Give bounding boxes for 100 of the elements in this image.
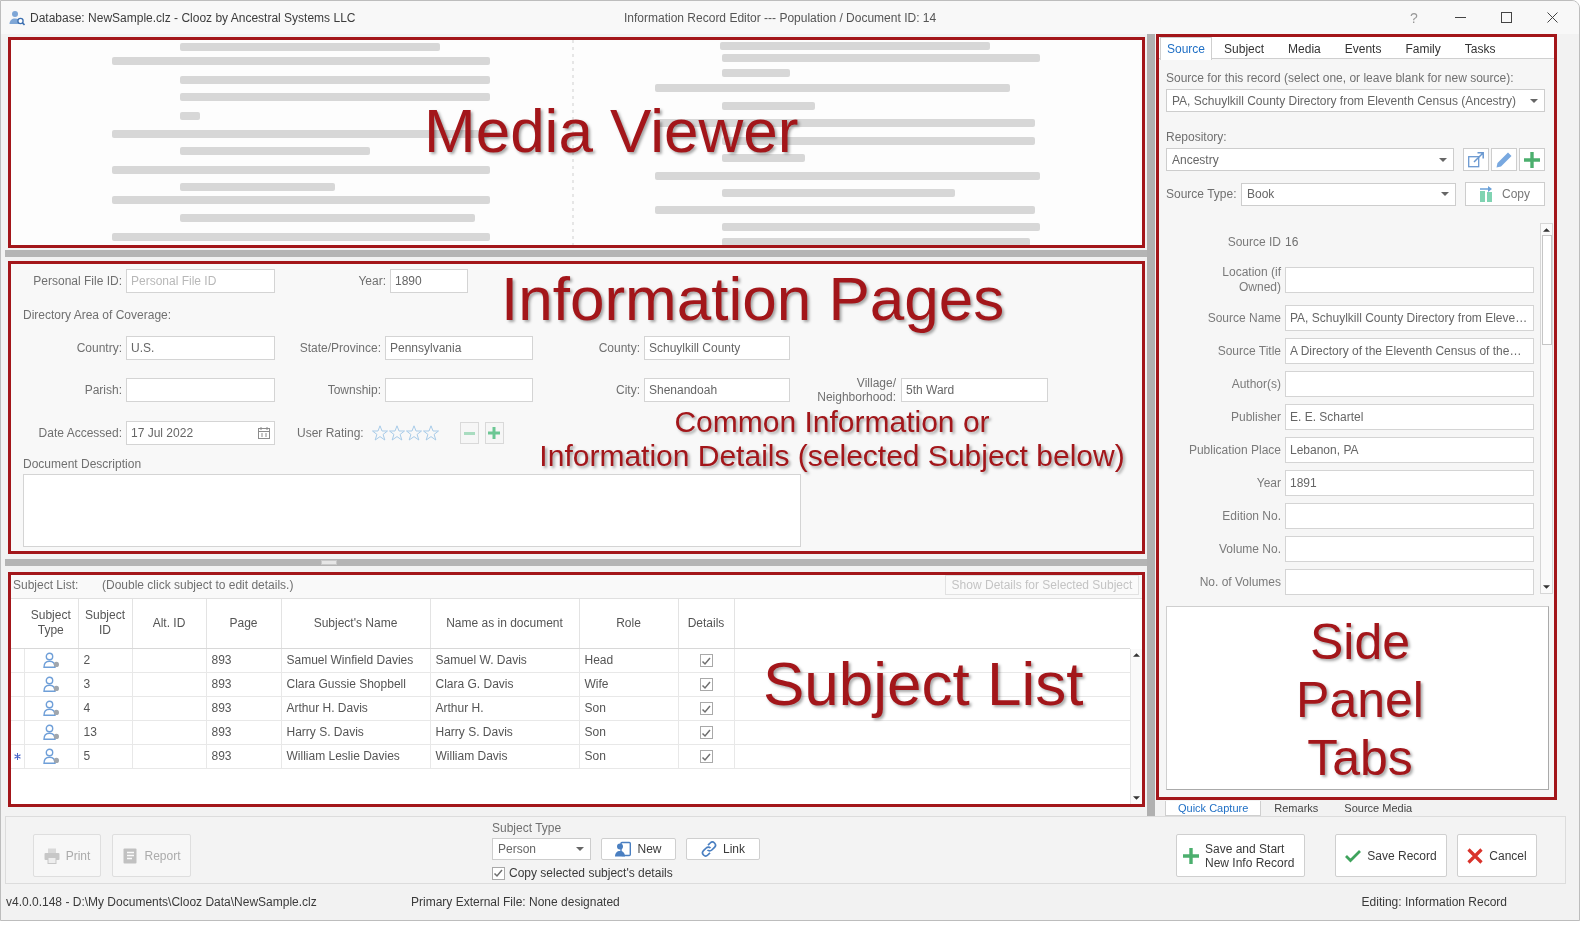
cancel-button[interactable]: Cancel	[1457, 834, 1537, 877]
star-rating[interactable]	[371, 425, 439, 441]
row-header-cell[interactable]	[11, 696, 24, 720]
caret-icon	[576, 847, 584, 851]
tab[interactable]: Family	[1393, 37, 1453, 59]
tab[interactable]: Quick Capture	[1165, 801, 1262, 816]
field-label: Year	[1255, 475, 1281, 491]
source-dropdown[interactable]: PA, Schuylkill County Directory from Eleventh Census (Ancestry)	[1166, 89, 1545, 112]
splitter[interactable]	[5, 559, 1147, 566]
table-cell: William Davis	[430, 744, 579, 768]
date-field[interactable]: 17 Jul 2022	[126, 421, 275, 445]
open-external-button[interactable]	[1463, 148, 1490, 171]
splitter-grip[interactable]	[321, 560, 337, 565]
star-icon	[405, 425, 422, 441]
link-button[interactable]: Link	[686, 838, 760, 860]
scrollbar[interactable]	[1130, 649, 1142, 804]
tab[interactable]: Source	[1160, 37, 1213, 60]
text-field[interactable]	[1285, 267, 1534, 293]
column-header[interactable]: Subject ID	[78, 599, 132, 648]
calendar-icon	[258, 427, 270, 439]
text-field[interactable]: A Directory of the Eleventh Census of the…	[1285, 338, 1534, 364]
caret-icon	[1530, 98, 1538, 103]
row-header-cell[interactable]	[11, 744, 24, 768]
description-field[interactable]	[23, 474, 801, 547]
person-icon	[43, 724, 59, 740]
table-cell: Son	[579, 720, 678, 744]
checkbox[interactable]	[699, 750, 713, 764]
tab[interactable]: Remarks	[1261, 801, 1332, 816]
save-new-button[interactable]: Save and Start New Info Record	[1176, 834, 1305, 877]
text-field[interactable]: E. E. Schartel	[1285, 404, 1534, 430]
text-field[interactable]	[126, 378, 275, 402]
source-type-dropdown[interactable]: Book	[1241, 182, 1456, 206]
scrollbar-thumb[interactable]	[1541, 235, 1552, 345]
tab[interactable]: Events	[1332, 37, 1394, 59]
table-cell: Arthur H.	[430, 696, 579, 720]
checkbox[interactable]	[699, 726, 713, 740]
table-cell: William Leslie Davies	[281, 744, 430, 768]
column-header[interactable]: Page	[206, 599, 281, 648]
column-header[interactable]: Subject's Name	[281, 599, 430, 648]
save-button[interactable]: Save Record	[1335, 834, 1447, 877]
text-field[interactable]: Schuylkill County	[644, 336, 790, 360]
text-field[interactable]	[1285, 569, 1534, 595]
date-input[interactable]: 17 Jul 2022	[127, 422, 249, 444]
scrollbar[interactable]	[1540, 223, 1553, 594]
splitter[interactable]	[1147, 34, 1155, 816]
text-field[interactable]: Pennsylvania	[385, 336, 533, 360]
text-field[interactable]	[1285, 536, 1534, 562]
minus-button[interactable]	[459, 422, 479, 444]
text-field[interactable]: 1890	[390, 269, 468, 293]
subject-type-dropdown[interactable]: Person	[492, 838, 591, 860]
text-field[interactable]: Lebanon, PA	[1285, 437, 1534, 463]
column-header[interactable]: Name as in document	[430, 599, 579, 648]
copy-button[interactable]: Copy	[1465, 182, 1545, 206]
plus-button[interactable]	[484, 422, 504, 444]
status-text: Primary External File: None designated	[411, 895, 620, 909]
text-field[interactable]: U.S.	[126, 336, 275, 360]
repository-dropdown[interactable]: Ancestry	[1166, 148, 1455, 171]
table-cell: Samuel Winfield Davies	[281, 648, 430, 672]
person-card-icon	[615, 841, 632, 857]
field-label: Date Accessed:	[37, 426, 122, 440]
text-field[interactable]	[1285, 371, 1534, 397]
tab[interactable]: Tasks	[1452, 37, 1508, 59]
checkbox[interactable]	[699, 678, 713, 692]
row-header-cell[interactable]	[11, 720, 24, 744]
table-cell: Clara Gussie Shopbell	[281, 672, 430, 696]
row-header-cell[interactable]	[11, 648, 24, 672]
text-field[interactable]	[1285, 503, 1534, 529]
edit-button[interactable]	[1491, 148, 1518, 171]
annotation-label: Common Information or Information Details (selected Subject below)	[538, 405, 1126, 473]
field-label: Author(s)	[1230, 376, 1281, 392]
text-area[interactable]	[1166, 606, 1549, 790]
text-field[interactable]: Personal File ID	[126, 269, 275, 293]
checkbox[interactable]	[492, 866, 505, 880]
checkbox[interactable]	[699, 654, 713, 668]
field-label: Source Type:	[1166, 187, 1238, 201]
person-icon	[43, 748, 59, 764]
text-field[interactable]: Shenandoah	[644, 378, 790, 402]
text-field[interactable]: PA, Schuylkill County Directory from Eleve…	[1285, 305, 1534, 331]
status-text: Editing: Information Record	[1361, 895, 1507, 909]
add-button[interactable]	[1519, 148, 1545, 171]
section-label: Subject List:	[13, 578, 80, 592]
column-header[interactable]: Role	[579, 599, 678, 648]
checkbox-label: Copy selected subject's details	[509, 866, 673, 880]
table-cell: Son	[579, 744, 678, 768]
column-header[interactable]: Details	[678, 599, 734, 648]
text-field[interactable]	[385, 378, 533, 402]
new-button[interactable]: New	[601, 838, 676, 860]
text-field[interactable]: 5th Ward	[901, 378, 1048, 402]
external-link-icon	[1468, 151, 1485, 168]
checkmark-icon	[1345, 847, 1362, 864]
checkbox[interactable]	[699, 702, 713, 716]
text-field[interactable]: 1891	[1285, 470, 1534, 496]
tab[interactable]: Source Media	[1331, 801, 1426, 816]
field-label: County:	[597, 341, 640, 355]
tab[interactable]: Media	[1276, 37, 1333, 59]
column-header[interactable]: Subject Type	[24, 599, 78, 648]
tab[interactable]: Subject	[1212, 37, 1277, 59]
column-header[interactable]: Alt. ID	[132, 599, 206, 648]
splitter[interactable]	[5, 250, 1147, 257]
row-header-cell[interactable]	[11, 672, 24, 696]
